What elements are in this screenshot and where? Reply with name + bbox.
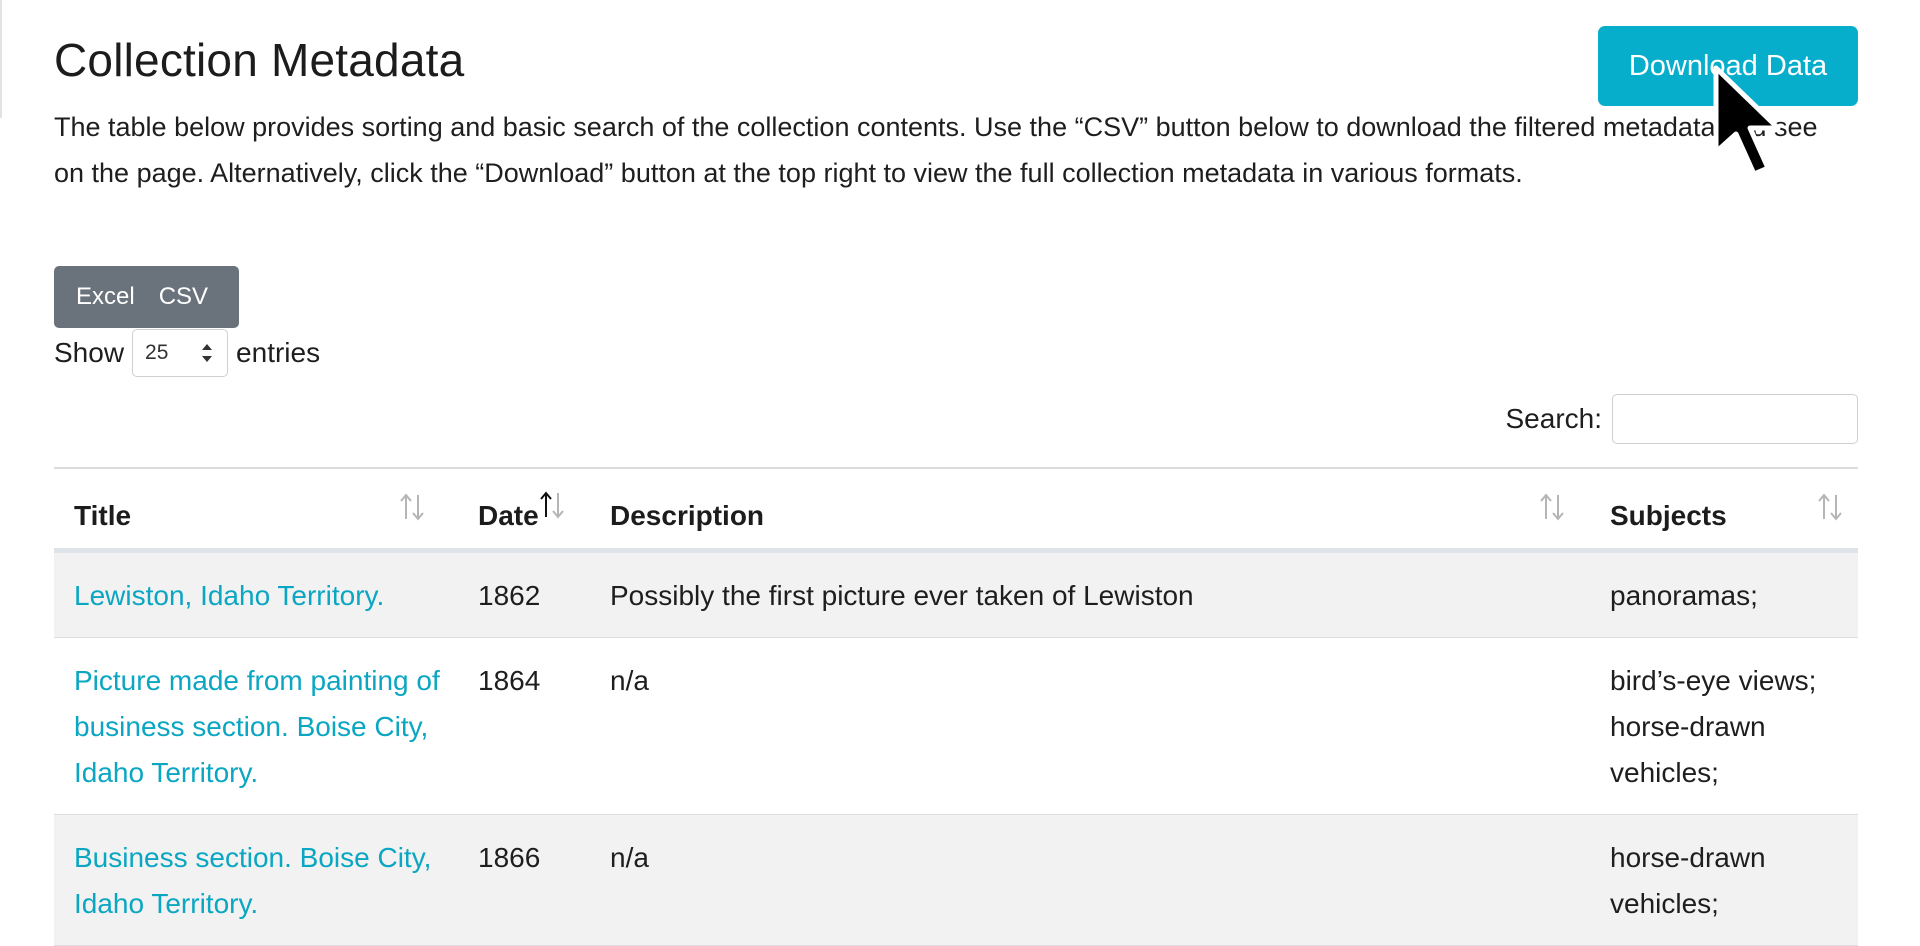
cell-date: 1862 [478,579,541,611]
metadata-table: Title Date Description Subjects Lewiston… [54,467,1858,946]
column-header-title[interactable]: Title [54,468,466,550]
cell-description: n/a [610,664,649,696]
sort-arrows-icon [1818,493,1842,521]
title-link[interactable]: Business section. Boise City, Idaho Terr… [74,842,431,919]
left-edge-divider [0,0,2,118]
metadata-table-wrapper: Title Date Description Subjects Lewiston… [54,467,1858,946]
download-data-button[interactable]: Download Data [1598,26,1858,106]
column-header-subjects-label: Subjects [1610,500,1727,532]
intro-paragraph: The table below provides sorting and bas… [54,112,1818,188]
csv-button[interactable]: CSV [147,266,220,328]
cell-description: Possibly the first picture ever taken of… [610,579,1194,611]
entries-label: entries [236,337,321,368]
entries-select-value: 25 [145,341,169,364]
column-header-description[interactable]: Description [598,468,1598,550]
cell-description: n/a [610,841,649,873]
table-header-row: Title Date Description Subjects [54,468,1858,550]
sort-arrows-icon [1540,493,1564,521]
table-row: Picture made from painting of business s… [54,637,1858,814]
title-link[interactable]: Picture made from painting of business s… [74,665,440,788]
select-arrows-icon [202,344,213,362]
cell-subjects: bird’s-eye views; horse-drawn vehicles; [1610,664,1817,788]
sort-arrows-icon [400,493,424,521]
cell-date: 1866 [478,841,541,873]
search-input[interactable] [1612,394,1858,444]
export-button-group: Excel CSV [54,266,239,328]
table-row: Business section. Boise City, Idaho Terr… [54,814,1858,945]
cell-subjects: panoramas; [1610,579,1758,611]
excel-button[interactable]: Excel [64,266,147,328]
cell-title: Lewiston, Idaho Territory. [54,550,466,637]
show-label: Show [54,337,125,368]
table-search: Search: [1505,394,1858,444]
entries-length-control: Show 25 entries [54,328,320,378]
entries-select[interactable]: 25 [132,329,229,377]
title-link[interactable]: Lewiston, Idaho Territory. [74,580,384,611]
cell-title: Picture made from painting of business s… [54,637,466,814]
page: Collection Metadata Download Data The ta… [0,0,1920,946]
column-header-date[interactable]: Date [466,468,598,550]
column-header-title-label: Title [74,500,132,532]
page-title: Collection Metadata [54,34,465,86]
cell-title: Business section. Boise City, Idaho Terr… [54,814,466,945]
search-label: Search: [1505,403,1603,434]
column-header-date-label: Date [478,500,539,532]
sort-arrows-icon [540,491,564,519]
table-row: Lewiston, Idaho Territory. 1862 Possibly… [54,550,1858,637]
column-header-subjects[interactable]: Subjects [1598,468,1858,550]
cell-subjects: horse-drawn vehicles; [1610,841,1766,919]
cell-date: 1864 [478,664,541,696]
column-header-description-label: Description [610,500,765,532]
